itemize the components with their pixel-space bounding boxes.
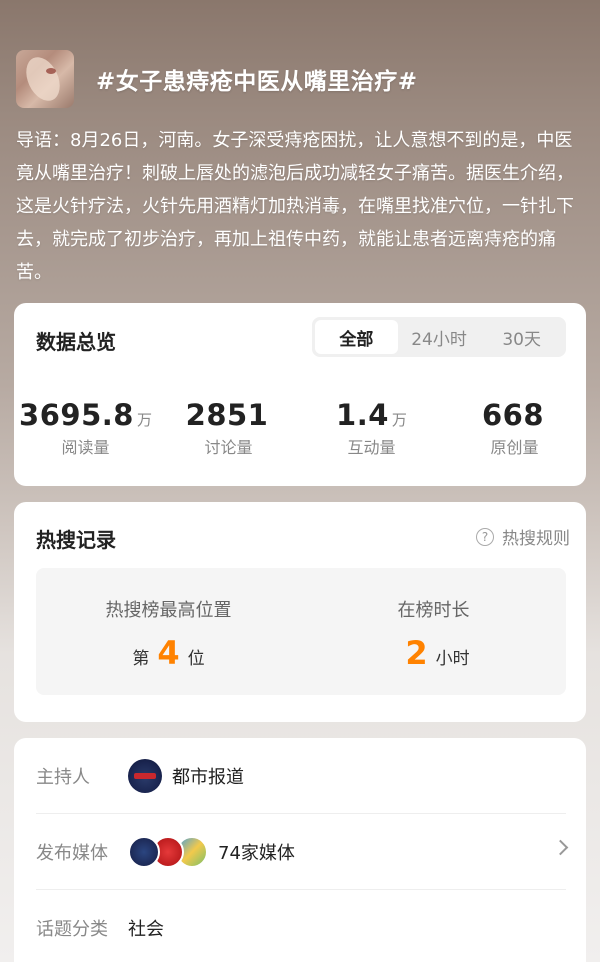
chevron-right-icon <box>552 839 569 856</box>
time-range-tabs: 全部 24小时 30天 <box>312 317 566 357</box>
peak-position-label: 热搜榜最高位置 <box>105 600 232 621</box>
peak-suffix: 位 <box>187 649 205 669</box>
peak-position: 热搜榜最高位置 第 4 位 <box>36 568 301 695</box>
host-avatar[interactable] <box>128 758 162 793</box>
hot-search-rules-label: 热搜规则 <box>502 529 570 549</box>
data-overview-card: 数据总览 全部 24小时 30天 3695.8 万 阅读量 2851 讨论量 1.… <box>14 303 586 486</box>
stat-reads: 3695.8 万 阅读量 <box>14 398 157 458</box>
media-label: 发布媒体 <box>36 842 108 864</box>
duration-value: 2 <box>405 634 428 672</box>
peak-prefix: 第 <box>132 649 150 669</box>
media-row[interactable]: 发布媒体 74家媒体 <box>36 814 569 890</box>
stat-value: 2851 <box>185 398 269 432</box>
hot-search-stats: 热搜榜最高位置 第 4 位 在榜时长 2 小时 <box>36 568 566 695</box>
media-count: 74家媒体 <box>218 842 295 864</box>
topic-info-card: 主持人 都市报道 发布媒体 74家媒体 话题分类 社会 <box>14 738 586 962</box>
stats-row: 3695.8 万 阅读量 2851 讨论量 1.4 万 互动量 668 原创量 <box>14 398 586 458</box>
duration-unit: 小时 <box>435 649 470 669</box>
stat-label: 讨论量 <box>204 438 253 457</box>
stat-label: 阅读量 <box>61 438 110 457</box>
stat-label: 原创量 <box>490 438 539 457</box>
category-row: 话题分类 社会 <box>36 890 566 962</box>
category-label: 话题分类 <box>36 919 108 940</box>
stat-unit: 万 <box>391 411 407 429</box>
tab-30d[interactable]: 30天 <box>480 320 563 354</box>
duration-on-list: 在榜时长 2 小时 <box>301 568 566 695</box>
data-overview-title: 数据总览 <box>36 330 116 354</box>
topic-intro: 导语：8月26日，河南。女子深受痔疮困扰，让人意想不到的是，中医竟从嘴里治疗！刺… <box>16 130 574 283</box>
topic-thumbnail[interactable] <box>16 50 74 108</box>
media-avatar <box>128 835 160 868</box>
host-label: 主持人 <box>36 766 90 788</box>
peak-position-value: 4 <box>157 634 180 672</box>
topic-title: #女子患痔疮中医从嘴里治疗# <box>96 69 418 95</box>
stat-value: 668 <box>481 398 545 432</box>
duration-label: 在榜时长 <box>397 600 470 621</box>
stat-label: 互动量 <box>347 438 396 457</box>
stat-value: 3695.8 <box>19 398 134 432</box>
stat-unit: 万 <box>136 411 152 429</box>
stat-originals: 668 原创量 <box>443 398 586 458</box>
stat-value: 1.4 <box>336 398 389 432</box>
host-name[interactable]: 都市报道 <box>172 763 244 789</box>
hot-search-rules-link[interactable]: ? 热搜规则 <box>476 524 570 549</box>
host-row[interactable]: 主持人 都市报道 <box>36 738 566 814</box>
stat-discussions: 2851 讨论量 <box>157 398 300 458</box>
hot-search-card: 热搜记录 ? 热搜规则 热搜榜最高位置 第 4 位 在榜时长 2 小时 <box>14 502 586 722</box>
category-value[interactable]: 社会 <box>128 915 164 941</box>
media-avatars <box>128 835 208 868</box>
tab-24h[interactable]: 24小时 <box>398 320 481 354</box>
hot-search-title: 热搜记录 <box>36 528 116 552</box>
tab-all[interactable]: 全部 <box>315 320 398 354</box>
question-icon: ? <box>476 527 494 546</box>
stat-interactions: 1.4 万 互动量 <box>300 398 443 458</box>
topic-header: #女子患痔疮中医从嘴里治疗# <box>16 48 584 110</box>
